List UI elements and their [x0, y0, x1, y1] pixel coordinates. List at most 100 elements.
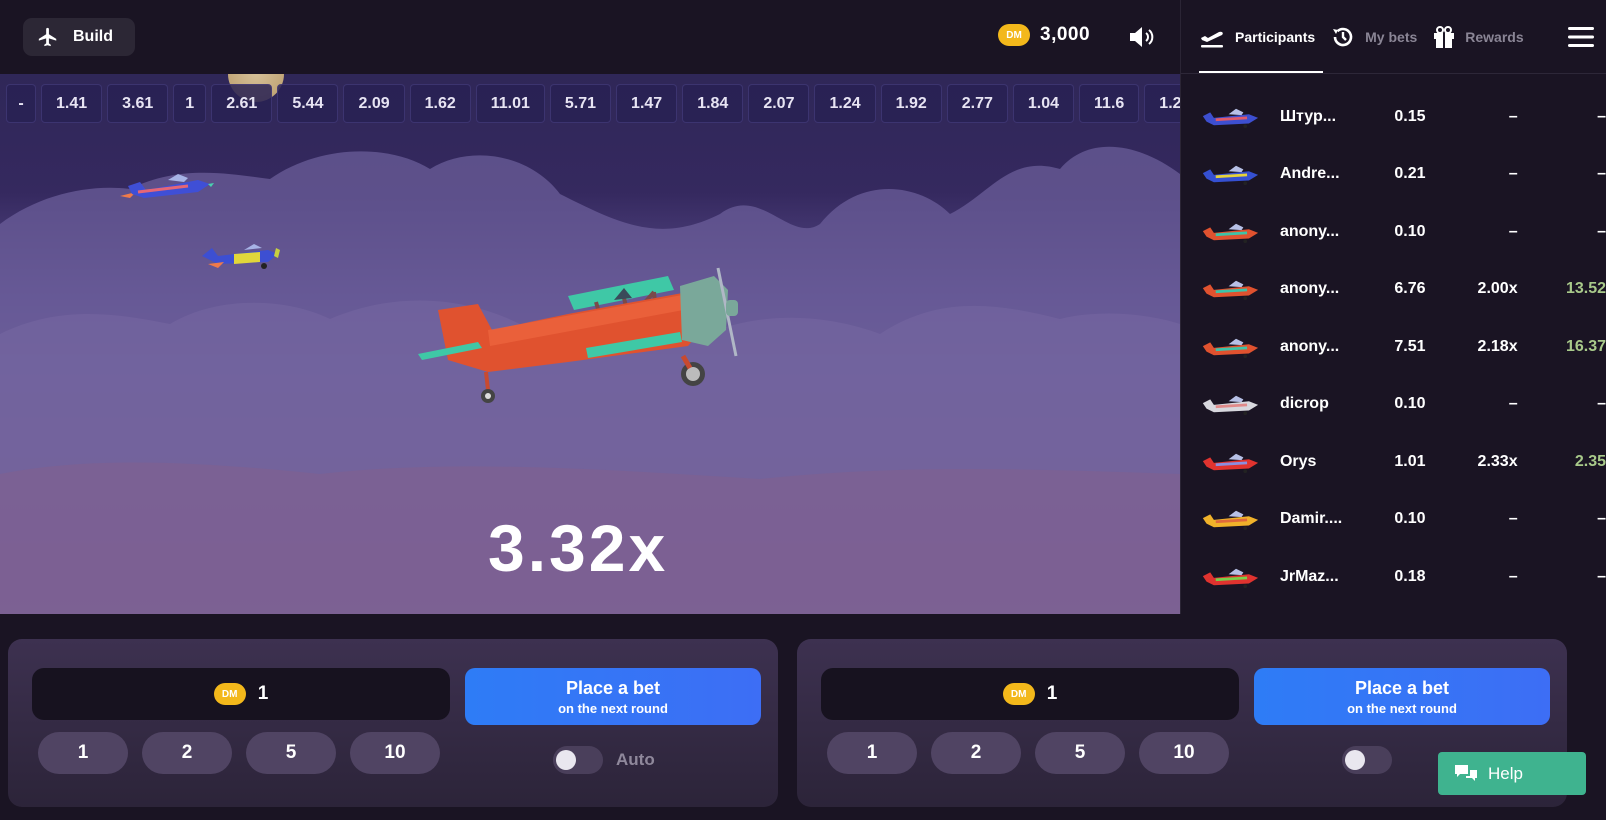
participant-win: –	[1597, 222, 1606, 240]
help-button[interactable]: Help	[1438, 752, 1586, 795]
participant-win: –	[1597, 395, 1606, 413]
participant-win: –	[1597, 510, 1606, 528]
opponent-plane-prop	[202, 244, 280, 269]
tab-my-bets[interactable]: My bets	[1331, 25, 1417, 49]
auto-toggle[interactable]	[1342, 746, 1392, 774]
build-button[interactable]: Build	[23, 18, 135, 56]
participant-win: –	[1597, 567, 1606, 585]
participant-multiplier: –	[1508, 567, 1518, 585]
participant-plane-icon	[1202, 395, 1259, 416]
tab-label: Participants	[1235, 28, 1316, 45]
gift-icon	[1434, 25, 1455, 48]
toggle-knob	[556, 750, 576, 770]
participant-plane-icon	[1202, 510, 1259, 531]
chat-bubbles-icon	[1455, 764, 1477, 781]
chip-button[interactable]: 10	[350, 732, 440, 774]
history-multiplier[interactable]: 2.07	[748, 84, 810, 123]
history-multiplier[interactable]: 1.2	[1144, 84, 1180, 123]
participant-row: anony... 6.76 2.00x 13.52	[1181, 261, 1606, 319]
participant-name: Orys	[1279, 452, 1317, 470]
place-bet-label: Place a bet	[565, 677, 661, 698]
history-multiplier[interactable]: 2.09	[343, 84, 405, 123]
participant-row: Damir.... 0.10 – –	[1181, 491, 1606, 549]
chip-button[interactable]: 5	[246, 732, 336, 774]
participant-multiplier: –	[1508, 395, 1518, 413]
tab-label: My bets	[1365, 28, 1418, 45]
chip-button[interactable]: 10	[1139, 732, 1229, 774]
participant-name: Damir....	[1279, 510, 1343, 528]
participant-plane-icon	[1202, 108, 1259, 128]
plane-departure-icon	[1201, 31, 1223, 47]
history-multiplier[interactable]: 1.62	[409, 84, 471, 123]
history-multiplier[interactable]: 3.61	[107, 84, 169, 123]
participant-row: Orys 1.01 2.33x 2.35	[1181, 433, 1606, 491]
participant-multiplier: –	[1508, 222, 1518, 240]
bet-amount-value: 1	[1046, 683, 1058, 704]
participant-multiplier: 2.33x	[1477, 452, 1518, 470]
tab-participants[interactable]: Participants	[1199, 26, 1315, 48]
participant-row: Штур... 0.15 – –	[1181, 88, 1606, 146]
chip-button[interactable]: 1	[38, 732, 128, 774]
place-bet-sublabel: on the next round	[1347, 700, 1457, 716]
chip-button[interactable]: 5	[1035, 732, 1125, 774]
history-multiplier[interactable]: 2.77	[946, 84, 1008, 123]
participant-win: 16.37	[1565, 337, 1606, 355]
participant-row: anony... 7.51 2.18x 16.37	[1181, 318, 1606, 376]
bet-amount-input[interactable]: DM 1	[32, 668, 450, 720]
history-multiplier[interactable]: 1.92	[880, 84, 942, 123]
participant-row: anony... 0.10 – –	[1181, 203, 1606, 261]
history-multiplier[interactable]: 1	[173, 84, 207, 123]
bet-amount-input[interactable]: DM 1	[821, 668, 1239, 720]
place-bet-button[interactable]: Place a bet on the next round	[465, 668, 761, 725]
participant-bet: 0.18	[1394, 567, 1426, 585]
history-multiplier[interactable]: 5.44	[277, 84, 339, 123]
participant-row: JrMaz... 0.18 – –	[1181, 548, 1606, 606]
history-multiplier[interactable]: 1.41	[41, 84, 103, 123]
sound-icon[interactable]	[1127, 24, 1157, 50]
current-multiplier: 3.32x	[488, 511, 669, 585]
participant-bet: 0.15	[1394, 107, 1426, 125]
chip-button[interactable]: 2	[931, 732, 1021, 774]
tab-label: Rewards	[1465, 28, 1524, 45]
participant-multiplier: 2.18x	[1477, 337, 1518, 355]
toggle-knob	[1345, 750, 1365, 770]
participant-multiplier: –	[1508, 165, 1518, 183]
participant-win: 13.52	[1565, 280, 1606, 298]
participants-list: Штур... 0.15 – – Andre... 0.21 – – anony... 0.10 –…	[1181, 74, 1606, 606]
balance: DM 3,000	[998, 24, 1090, 46]
chip-button[interactable]: 2	[142, 732, 232, 774]
sidebar-tabs: Participants My bets Rewards	[1181, 0, 1606, 74]
place-bet-button[interactable]: Place a bet on the next round	[1254, 668, 1550, 725]
currency-coin-icon: DM	[213, 683, 246, 705]
history-multiplier[interactable]: 1.84	[682, 84, 744, 123]
participant-name: JrMaz...	[1279, 567, 1339, 585]
participant-name: anony...	[1279, 222, 1340, 240]
history-multiplier[interactable]: -	[6, 84, 36, 123]
auto-toggle[interactable]	[553, 746, 603, 774]
participant-multiplier: –	[1508, 107, 1518, 125]
participant-bet: 0.21	[1394, 165, 1426, 183]
history-multiplier[interactable]: 2.61	[211, 84, 273, 123]
participant-plane-icon	[1202, 223, 1259, 243]
hamburger-menu-icon[interactable]	[1568, 26, 1594, 48]
quick-amount-chips: 1 2 5 10	[827, 732, 1229, 774]
history-multiplier[interactable]: 11.01	[475, 84, 545, 123]
history-icon	[1333, 27, 1353, 46]
chip-button[interactable]: 1	[827, 732, 917, 774]
history-multiplier[interactable]: 1.47	[616, 84, 678, 123]
history-multiplier[interactable]: 1.24	[814, 84, 876, 123]
build-label: Build	[73, 28, 113, 45]
history-multiplier[interactable]: 11.6	[1079, 84, 1140, 123]
history-multiplier[interactable]: 5.71	[549, 84, 612, 123]
participant-bet: 0.10	[1394, 222, 1426, 240]
participant-row: Andre... 0.21 – –	[1181, 146, 1606, 204]
tab-rewards[interactable]: Rewards	[1433, 25, 1524, 49]
history-multiplier[interactable]: 1.04	[1012, 84, 1075, 123]
player-biplane	[418, 267, 738, 403]
participant-name: anony...	[1279, 280, 1340, 298]
participant-plane-icon	[1202, 338, 1259, 358]
active-tab-indicator	[1199, 71, 1323, 73]
airplane-icon	[38, 27, 57, 47]
participant-row: dicrop 0.10 – –	[1181, 376, 1606, 434]
currency-coin-icon: DM	[998, 24, 1030, 46]
